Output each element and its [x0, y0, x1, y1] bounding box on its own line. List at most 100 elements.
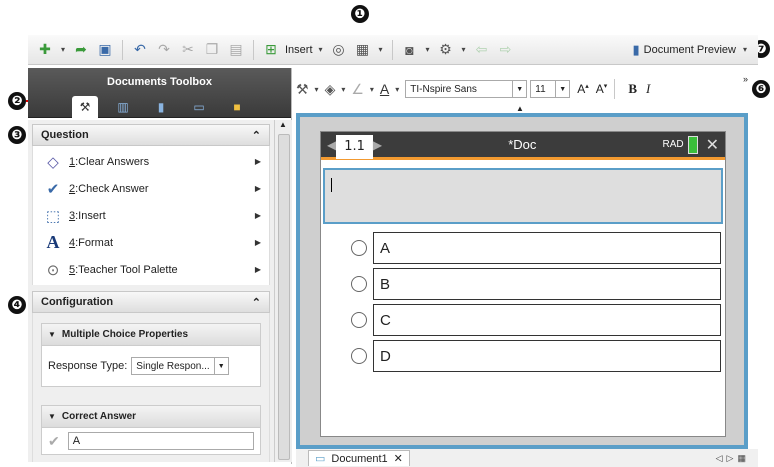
format-toolbar: ⚒ ▾ ◈ ▾ ∠ ▾ A ▾ TI-Nspire Sans ▼ 11 ▼ A▴…	[296, 74, 748, 104]
mc-properties-header[interactable]: ▼ Multiple Choice Properties	[42, 324, 260, 346]
back-arrow-icon[interactable]: ⇦	[471, 39, 493, 61]
correct-answer-title: Correct Answer	[61, 411, 137, 422]
prev-page-icon[interactable]: ◀	[327, 138, 336, 152]
chevron-down-icon: ▼	[555, 81, 569, 97]
font-size-select[interactable]: 11 ▼	[530, 80, 571, 98]
expand-triangle-icon: ▼	[48, 412, 56, 421]
tab-navigation[interactable]: ◁▷▦	[716, 453, 750, 464]
page-sorter-icon[interactable]: ▥	[110, 96, 136, 118]
menu-item-format[interactable]: A 4:Format ▶	[33, 229, 269, 256]
redo-icon[interactable]: ↷	[153, 39, 175, 61]
response-type-select[interactable]: Single Respon... ▼	[131, 357, 229, 375]
italic-button[interactable]: I	[646, 81, 650, 97]
check-icon[interactable]: ✔	[48, 433, 60, 450]
menu-item-insert[interactable]: ⬚ 3:Insert ▶	[33, 202, 269, 229]
document-tab[interactable]: ▭ Document1 ✕	[308, 450, 410, 466]
settings-icon[interactable]: ⚙	[435, 39, 457, 61]
overflow-chevron-icon[interactable]: »	[743, 74, 748, 84]
scroll-up-icon[interactable]: ▲	[279, 120, 287, 129]
choice-text[interactable]: C	[373, 304, 721, 336]
insert-label: Insert	[285, 43, 313, 56]
collapse-icon[interactable]: ⌃	[252, 296, 261, 309]
paste-icon[interactable]: ▤	[225, 39, 247, 61]
page-layout-dropdown[interactable]: ▾	[376, 45, 386, 54]
choice-text[interactable]: A	[373, 232, 721, 264]
line-color-dropdown[interactable]: ▾	[367, 85, 377, 94]
variables-icon[interactable]: ◎	[328, 39, 350, 61]
configuration-section-header[interactable]: Configuration ⌃	[32, 291, 270, 313]
workspace-background: ◀ 1.1 ▶ *Doc RAD ✕ A B C D	[300, 117, 744, 445]
tools-icon[interactable]: ⚒	[296, 81, 309, 98]
shrink-font-button[interactable]: A▾	[596, 82, 608, 96]
tools-dropdown[interactable]: ▾	[312, 85, 322, 94]
menu-item-teacher-tool-palette[interactable]: ⊙ 5:Teacher Tool Palette ▶	[33, 256, 269, 283]
apple-icon: ⊙	[46, 261, 60, 279]
toolbox-scrollbar[interactable]: ▲	[274, 120, 292, 462]
document-tools-icon[interactable]: ⚒	[72, 96, 98, 118]
line-color-icon[interactable]: ∠	[351, 81, 364, 98]
cut-icon[interactable]: ✂	[177, 39, 199, 61]
submenu-arrow-icon: ▶	[254, 211, 261, 220]
content-explorer-icon[interactable]: ■	[224, 96, 250, 118]
configuration-section-title: Configuration	[41, 296, 114, 308]
copy-icon[interactable]: ❐	[201, 39, 223, 61]
radio-button[interactable]	[351, 276, 367, 292]
menu-item-check-answer[interactable]: ✔ 2:Check Answer ▶	[33, 175, 269, 202]
radio-button[interactable]	[351, 348, 367, 364]
forward-arrow-icon[interactable]: ⇨	[495, 39, 517, 61]
correct-answer-header[interactable]: ▼ Correct Answer	[42, 406, 260, 428]
ti-smartview-icon[interactable]: ▮	[148, 96, 174, 118]
scroll-thumb[interactable]	[278, 134, 290, 460]
menu-item-clear-answers[interactable]: ◇ 1:Clear Answers ▶	[33, 148, 269, 175]
page-layout-icon[interactable]: ▦	[352, 39, 374, 61]
radio-button[interactable]	[351, 312, 367, 328]
choice-text[interactable]: B	[373, 268, 721, 300]
radio-button[interactable]	[351, 240, 367, 256]
close-icon[interactable]: ✕	[394, 452, 403, 465]
handheld-title-bar: ◀ 1.1 ▶ *Doc RAD ✕	[321, 132, 725, 160]
fill-color-icon[interactable]: ◈	[325, 81, 336, 98]
save-icon[interactable]: ▣	[94, 39, 116, 61]
page-tab[interactable]: 1.1	[336, 134, 373, 159]
choice-b[interactable]: B	[351, 268, 721, 300]
chevron-down-icon: ▼	[213, 358, 228, 374]
toolbox-tabs: ⚒ ▥ ▮ ▭ ■	[28, 96, 291, 118]
choice-c[interactable]: C	[351, 304, 721, 336]
text-color-icon[interactable]: A	[380, 81, 389, 97]
screen-capture-dropdown[interactable]: ▾	[423, 45, 433, 54]
utilities-icon[interactable]: ▭	[186, 96, 212, 118]
insert-menu[interactable]: ⊞ Insert ▾	[260, 39, 326, 61]
response-type-value: Single Respon...	[136, 360, 210, 372]
correct-answer-field[interactable]: A	[67, 432, 254, 450]
choice-a[interactable]: A	[351, 232, 721, 264]
toolbox-header: Documents Toolbox ⚒ ▥ ▮ ▭ ■	[28, 68, 291, 118]
grow-font-button[interactable]: A▴	[577, 82, 589, 96]
toolbar-separator	[253, 39, 254, 60]
open-folder-icon[interactable]: ➦	[70, 39, 92, 61]
mc-properties-title: Multiple Choice Properties	[61, 329, 189, 340]
new-doc-dropdown[interactable]: ▾	[58, 45, 68, 54]
undo-icon[interactable]: ↶	[129, 39, 151, 61]
collapse-toolbar-icon[interactable]: ▲	[516, 104, 524, 113]
text-color-dropdown[interactable]: ▾	[392, 85, 402, 94]
settings-dropdown[interactable]: ▾	[459, 45, 469, 54]
question-menu: ◇ 1:Clear Answers ▶ ✔ 2:Check Answer ▶ ⬚…	[32, 146, 270, 285]
choice-text[interactable]: D	[373, 340, 721, 372]
next-page-icon[interactable]: ▶	[373, 138, 382, 152]
chevron-down-icon: ▾	[318, 45, 323, 54]
collapse-icon[interactable]: ⌃	[252, 129, 261, 142]
fill-color-dropdown[interactable]: ▾	[338, 85, 348, 94]
choice-d[interactable]: D	[351, 340, 721, 372]
new-doc-icon[interactable]: ✚	[34, 39, 56, 61]
document-preview-menu[interactable]: ▮ Document Preview ▾	[633, 42, 750, 58]
toolbox-title: Documents Toolbox	[107, 76, 212, 88]
callout-1: ❶	[351, 5, 369, 23]
font-select[interactable]: TI-Nspire Sans ▼	[405, 80, 528, 98]
close-icon[interactable]: ✕	[706, 135, 719, 155]
question-section-header[interactable]: Question ⌃	[32, 124, 270, 146]
document-tab-bar: ▭ Document1 ✕ ◁▷▦	[296, 449, 758, 467]
bold-button[interactable]: B	[628, 81, 637, 97]
mc-properties-panel: ▼ Multiple Choice Properties Response Ty…	[41, 323, 261, 387]
screen-capture-icon[interactable]: ◙	[399, 39, 421, 61]
question-input[interactable]	[323, 168, 723, 224]
